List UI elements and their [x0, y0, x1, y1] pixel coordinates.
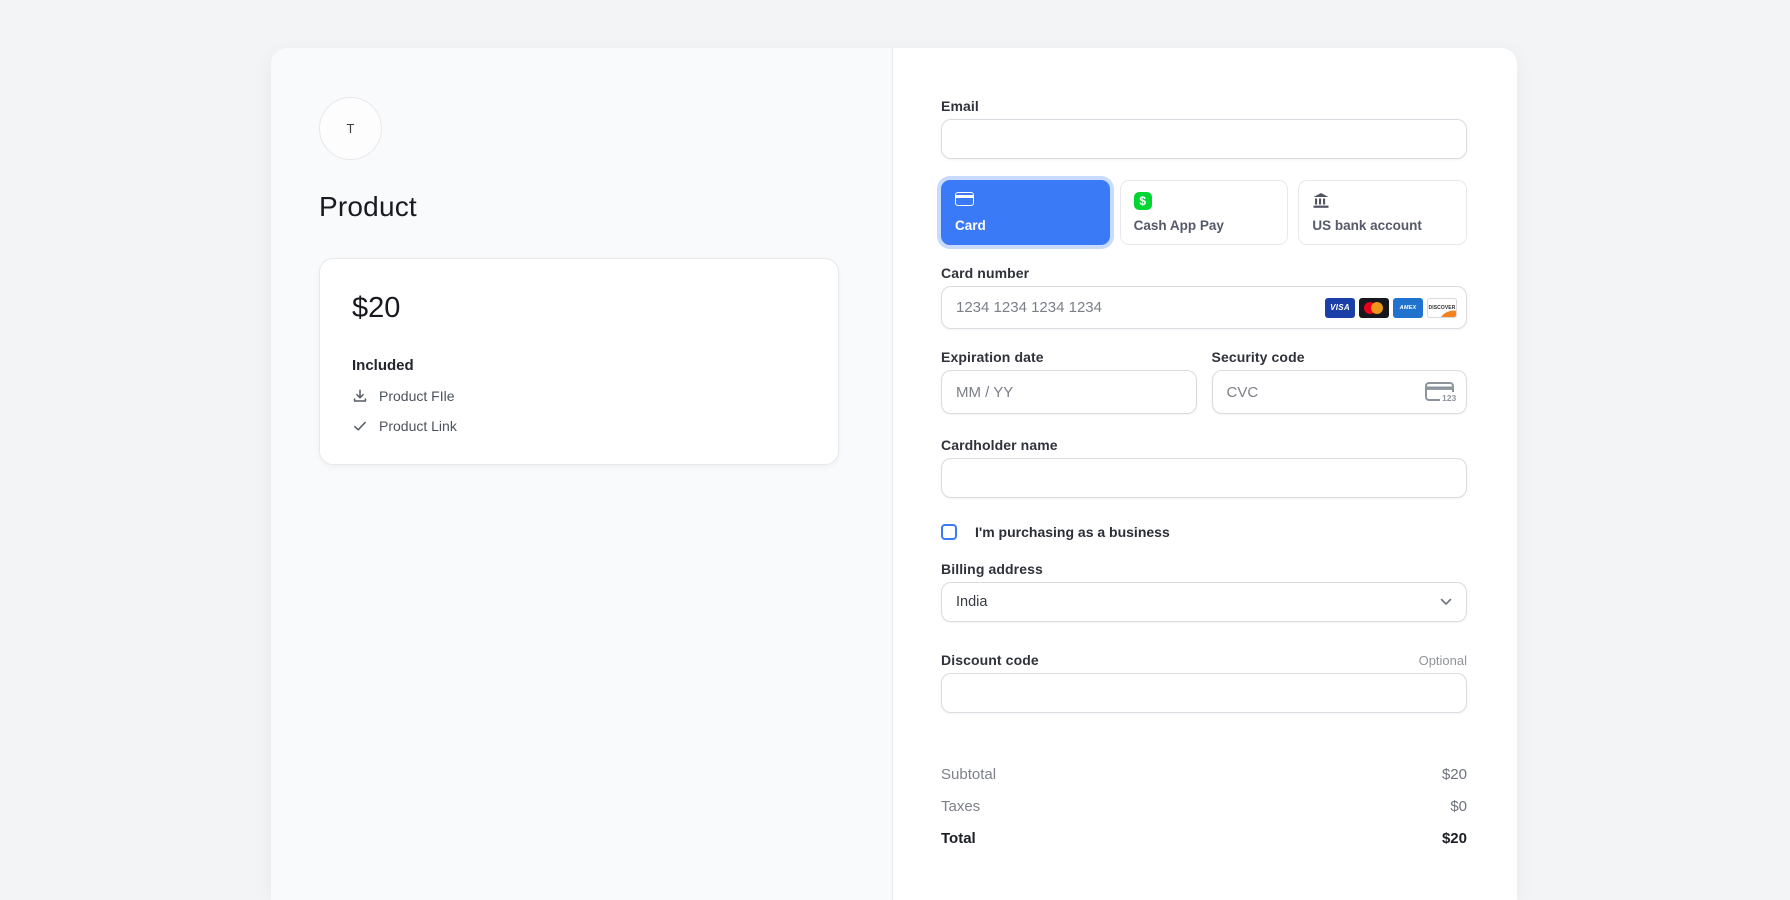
- country-select[interactable]: India: [941, 582, 1467, 622]
- tab-cash-app-pay[interactable]: $ Cash App Pay: [1120, 180, 1289, 245]
- tab-card[interactable]: Card: [941, 180, 1110, 245]
- included-item-label: Product FIle: [379, 388, 454, 404]
- price-amount: $20: [352, 291, 806, 325]
- taxes-row: Taxes $0: [941, 798, 1467, 816]
- payment-form-panel: Email Card $ Cash App Pay US bank accoun: [893, 48, 1517, 900]
- business-checkbox[interactable]: [941, 524, 957, 540]
- expiration-input[interactable]: [941, 370, 1197, 414]
- mastercard-badge: [1359, 298, 1389, 318]
- optional-tag: Optional: [1419, 653, 1467, 668]
- tab-us-bank-account[interactable]: US bank account: [1298, 180, 1467, 245]
- business-checkbox-row[interactable]: I'm purchasing as a business: [941, 524, 1467, 540]
- price-card: $20 Included Product FIle Product Link: [319, 258, 839, 465]
- payment-method-tabs: Card $ Cash App Pay US bank account: [941, 180, 1467, 245]
- order-totals: Subtotal $20 Taxes $0 Total $20: [941, 766, 1467, 848]
- amex-badge: AMEX: [1393, 298, 1423, 318]
- expiration-label: Expiration date: [941, 349, 1197, 365]
- discount-code-label: Discount code: [941, 652, 1039, 668]
- tab-label: US bank account: [1312, 218, 1453, 233]
- card-brand-badges: VISA AMEX DISCOVER: [1325, 298, 1457, 318]
- avatar-letter: T: [347, 121, 355, 136]
- discover-badge: DISCOVER: [1427, 298, 1457, 318]
- card-number-label: Card number: [941, 265, 1467, 281]
- bank-icon: [1312, 192, 1330, 209]
- list-item: Product FIle: [352, 388, 806, 404]
- tab-label: Cash App Pay: [1134, 218, 1275, 233]
- security-code-label: Security code: [1212, 349, 1468, 365]
- check-icon: [352, 418, 368, 434]
- email-field[interactable]: [941, 119, 1467, 159]
- subtotal-row: Subtotal $20: [941, 766, 1467, 784]
- billing-address-label: Billing address: [941, 561, 1467, 577]
- svg-text:123: 123: [1442, 393, 1456, 403]
- cash-app-icon: $: [1134, 192, 1152, 210]
- included-heading: Included: [352, 357, 806, 374]
- total-value: $20: [1442, 830, 1467, 848]
- taxes-value: $0: [1450, 798, 1467, 816]
- download-icon: [352, 388, 368, 404]
- included-item-label: Product Link: [379, 418, 457, 434]
- taxes-label: Taxes: [941, 798, 980, 816]
- subtotal-label: Subtotal: [941, 766, 996, 784]
- email-label: Email: [941, 98, 1467, 114]
- country-select-value: India: [956, 594, 987, 610]
- business-checkbox-label: I'm purchasing as a business: [975, 524, 1170, 540]
- total-row: Total $20: [941, 830, 1467, 848]
- discount-code-input[interactable]: [941, 673, 1467, 713]
- subtotal-value: $20: [1442, 766, 1467, 784]
- visa-badge: VISA: [1325, 298, 1355, 318]
- product-summary-panel: T Product $20 Included Product FIle Prod…: [271, 48, 893, 900]
- avatar: T: [319, 97, 382, 160]
- chevron-down-icon: [1440, 598, 1452, 606]
- credit-card-icon: [955, 192, 974, 206]
- total-label: Total: [941, 830, 976, 848]
- tab-label: Card: [955, 218, 1096, 233]
- cardholder-label: Cardholder name: [941, 437, 1467, 453]
- cardholder-input[interactable]: [941, 458, 1467, 498]
- list-item: Product Link: [352, 418, 806, 434]
- cvc-card-icon: 123: [1424, 380, 1456, 404]
- checkout-panel: T Product $20 Included Product FIle Prod…: [271, 48, 1517, 900]
- page-title: Product: [319, 191, 840, 223]
